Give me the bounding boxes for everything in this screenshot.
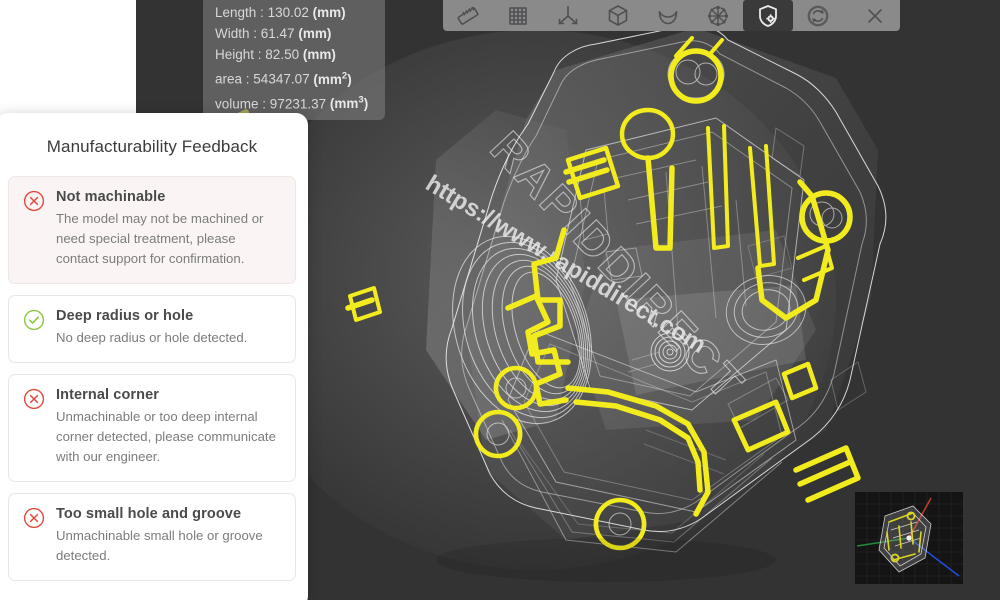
grid-button[interactable] <box>493 0 543 31</box>
height-value: 82.50 <box>265 47 300 62</box>
feedback-card-not-machinable[interactable]: Not machinable The model may not be mach… <box>8 176 296 284</box>
feedback-card-body: Too small hole and groove Unmachinable s… <box>56 506 281 566</box>
feedback-card-body: Not machinable The model may not be mach… <box>56 189 281 269</box>
bounding-box-button[interactable] <box>593 0 643 31</box>
measure-ruler-button[interactable] <box>443 0 493 31</box>
feedback-card-description: Unmachinable or too deep internal corner… <box>56 409 276 464</box>
width-unit: mm <box>302 26 327 41</box>
feedback-card-title: Internal corner <box>56 387 160 403</box>
feedback-card-title: Not machinable <box>56 189 166 205</box>
feedback-card-too-small-hole-and-groove[interactable]: Too small hole and groove Unmachinable s… <box>8 493 296 581</box>
axes-button[interactable] <box>543 0 593 31</box>
dimension-volume: volume : 97231.37 (mm3) <box>215 94 369 112</box>
area-unit-exponent: 2 <box>341 70 348 81</box>
mesh-icon <box>707 5 729 26</box>
close-icon <box>868 8 882 23</box>
width-label: Width <box>215 26 250 41</box>
height-unit: mm <box>307 47 332 62</box>
panel-title: Manufacturability Feedback <box>46 137 258 156</box>
manufacturability-button[interactable] <box>743 0 793 31</box>
area-unit: mm <box>317 71 342 87</box>
dimension-height: Height : 82.50 (mm) <box>215 47 336 62</box>
area-value: 54347.07 <box>253 71 310 87</box>
feedback-card-title: Too small hole and groove <box>56 506 242 522</box>
feedback-card-description: Unmachinable small hole or groove detect… <box>56 528 263 563</box>
shield-gear-icon <box>759 4 777 27</box>
close-button[interactable] <box>850 0 900 31</box>
feedback-card-body: Deep radius or hole No deep radius or ho… <box>56 308 281 348</box>
arc-icon <box>658 10 678 24</box>
length-label: Length <box>215 5 257 20</box>
volume-unit-exponent: 3 <box>358 94 364 106</box>
dimension-area: area : 54347.07 (mm2) <box>215 70 352 87</box>
feedback-card-deep-radius-or-hole[interactable]: Deep radius or hole No deep radius or ho… <box>8 295 296 363</box>
feedback-card-description: The model may not be machined or need sp… <box>56 211 264 266</box>
volume-value: 97231.37 <box>269 96 327 111</box>
feedback-card-internal-corner[interactable]: Internal corner Unmachinable or too deep… <box>8 374 296 482</box>
volume-label: volume <box>215 96 259 111</box>
refresh-icon <box>807 5 829 26</box>
volume-unit: mm <box>334 96 359 111</box>
grid-icon <box>509 6 527 25</box>
axes-icon <box>558 5 578 24</box>
cube-icon <box>608 4 628 26</box>
width-value: 61.47 <box>260 26 295 41</box>
manufacturability-feedback-panel: Manufacturability Feedback Not machinabl… <box>0 113 308 600</box>
circle-x-icon <box>23 507 45 529</box>
viewer-toolbar[interactable] <box>443 0 900 31</box>
length-unit: mm <box>317 5 342 20</box>
circle-check-icon <box>23 309 45 331</box>
ruler-icon <box>457 6 479 25</box>
orientation-preview[interactable] <box>855 492 963 584</box>
section-curve-button[interactable] <box>643 0 693 31</box>
orientation-preview-render <box>855 492 963 584</box>
dimension-width: Width : 61.47 (mm) <box>215 26 332 41</box>
area-label: area <box>215 71 243 87</box>
dimension-readout: Length : 130.02 (mm) Width : 61.47 (mm) … <box>203 0 385 120</box>
circle-x-icon <box>23 388 45 410</box>
length-value: 130.02 <box>267 5 309 20</box>
feedback-card-body: Internal corner Unmachinable or too deep… <box>56 387 281 467</box>
height-label: Height <box>215 47 255 62</box>
feedback-card-description: No deep radius or hole detected. <box>56 330 248 345</box>
dimension-length: Length : 130.02 (mm) <box>215 5 346 20</box>
mesh-button[interactable] <box>693 0 743 31</box>
circle-x-icon <box>23 190 45 212</box>
reset-view-button[interactable] <box>793 0 843 31</box>
feedback-card-title: Deep radius or hole <box>56 308 194 324</box>
